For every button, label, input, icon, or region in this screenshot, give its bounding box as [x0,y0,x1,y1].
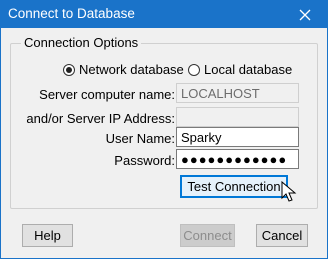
help-button[interactable]: Help [22,224,73,247]
radio-network-label: Network database [79,62,184,77]
username-label: User Name: [105,131,175,146]
title-bar: Connect to Database [1,1,327,28]
server-name-field[interactable]: LOCALHOST [176,83,299,103]
server-ip-field[interactable] [176,107,299,127]
radio-unchecked-icon [188,63,200,76]
server-name-label: Server computer name: [39,87,175,102]
group-legend: Connection Options [21,35,142,50]
password-label: Password: [114,153,175,168]
password-field[interactable]: ●●●●●●●●●●●● [176,149,299,169]
radio-checked-icon [63,63,75,76]
close-icon [299,9,311,20]
radio-network-database[interactable]: Network database [63,62,184,77]
connection-options-group: Connection Options Network database Loca… [10,35,318,209]
radio-local-label: Local database [204,62,293,77]
mouse-pointer-icon [281,181,297,202]
window-title: Connect to Database [8,6,135,21]
cancel-button[interactable]: Cancel [256,224,308,247]
username-field[interactable]: Sparky [176,127,299,147]
connect-dialog: Connect to Database Connection Options N… [0,0,328,259]
connect-button: Connect [180,224,235,247]
test-connection-button[interactable]: Test Connection [180,175,288,198]
radio-local-database[interactable]: Local database [188,62,292,77]
close-button[interactable] [283,1,327,28]
server-ip-label: and/or Server IP Address: [26,111,175,126]
